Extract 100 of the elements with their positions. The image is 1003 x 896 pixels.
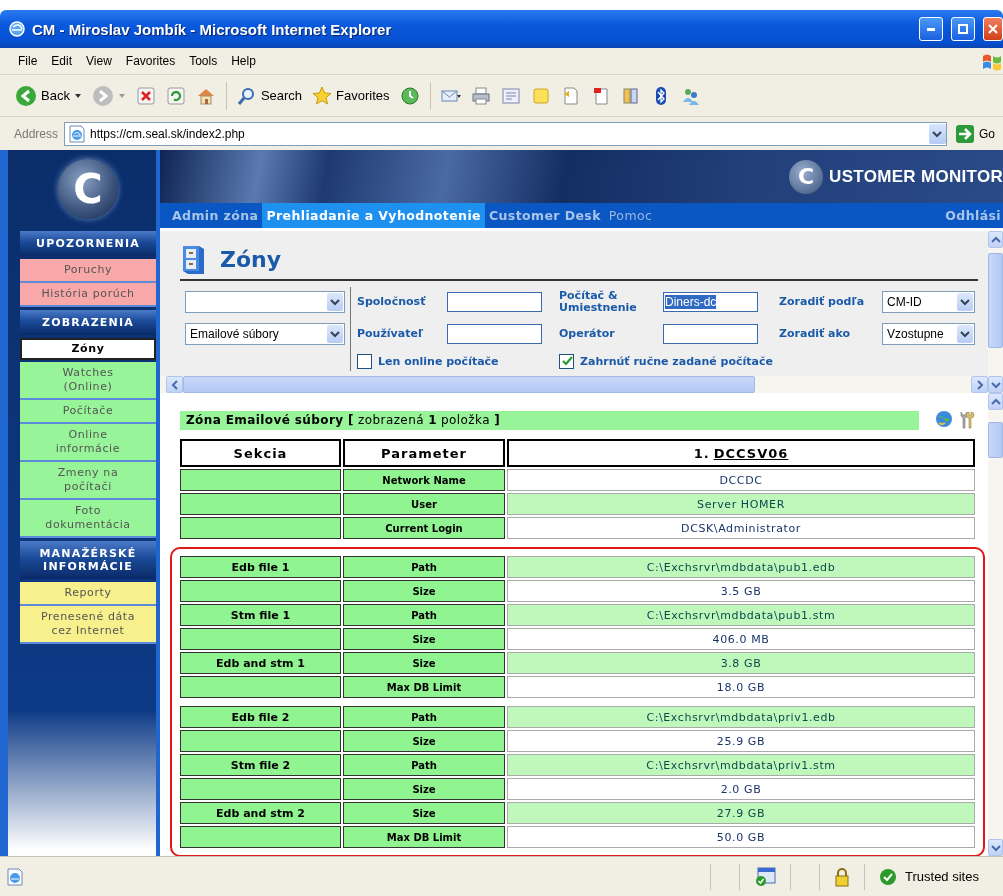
input-field[interactable] [663, 324, 758, 344]
table-cell: 2.0 GB [507, 778, 975, 800]
results-heading: Zóna Emailové súbory [ zobrazená 1 položka ] [186, 413, 501, 427]
checkbox-label[interactable]: Zahrnúť ručne zadané počítače [580, 354, 773, 368]
dropdown-value: Emailové súbory [190, 327, 279, 341]
scrollbar-thumb[interactable] [988, 253, 1003, 348]
book-icon [620, 85, 641, 106]
scroll-right-button[interactable] [971, 376, 988, 393]
sidebar-item[interactable]: Počítače [20, 400, 156, 424]
check-icon [879, 867, 897, 886]
input-field[interactable]: Diners-dc [663, 292, 758, 312]
dropdown-value: Vzostupne [887, 327, 944, 341]
table-cell: Network Name [343, 469, 505, 491]
table-cell: C:\Exchsrvr\mdbdata\pub1.edb [507, 556, 975, 578]
table-cell: Server HOMER [507, 493, 975, 515]
column-header: Parameter [343, 439, 505, 467]
table-cell: Path [343, 556, 505, 578]
tools-icon [957, 410, 975, 430]
nav-tab[interactable]: Customer Desk [484, 203, 605, 228]
note-icon [530, 85, 551, 106]
checkbox[interactable] [559, 353, 574, 369]
lock-icon [834, 866, 850, 887]
sidebar-item[interactable]: Zmeny na počítači [20, 462, 156, 500]
field-label: Používateľ [357, 328, 425, 340]
menu-item[interactable]: Help [227, 54, 266, 68]
computer-link[interactable]: DCCSV06 [713, 445, 789, 461]
back-button[interactable]: Back [12, 82, 85, 109]
favorites-button[interactable]: Favorites [309, 83, 393, 108]
checkbox[interactable] [357, 353, 372, 369]
scrollbar-thumb[interactable] [183, 376, 755, 393]
table-cell: C:\Exchsrvr\mdbdata\pub1.stm [507, 604, 975, 626]
table-cell: Size [343, 628, 505, 650]
dropdown[interactable]: Emailové súbory [185, 323, 345, 345]
table-cell: Current Login [343, 517, 505, 539]
sidebar-item[interactable]: Poruchy [20, 259, 156, 283]
chevron-down-icon [960, 330, 970, 338]
window-title: CM - Miroslav Jombík - Microsoft Internet Explorer [32, 20, 392, 38]
chevron-down-icon [932, 128, 943, 139]
sidebar-item[interactable]: Watches (Online) [20, 362, 156, 400]
dropdown-value: CM-ID [887, 295, 922, 309]
input-field[interactable] [447, 292, 542, 312]
caret-icon [73, 91, 82, 100]
table-cell: Size [343, 778, 505, 800]
table-cell: 25.9 GB [507, 730, 975, 752]
sidebar-item[interactable]: Online informácie [20, 424, 156, 462]
address-label: Address [14, 126, 59, 141]
field-label: Spoločnosť [357, 296, 427, 308]
go-button[interactable]: Go [953, 123, 997, 144]
table-cell: DCSK\Administrator [507, 517, 975, 539]
sidebar-item[interactable]: Prenesené dáta cez Internet [20, 606, 156, 644]
sidebar-item[interactable]: História porúch [20, 283, 156, 307]
table-cell: Path [343, 706, 505, 728]
input-field[interactable] [447, 324, 542, 344]
checkbox-label[interactable]: Len online počítače [378, 354, 499, 368]
menu-item[interactable]: Edit [47, 54, 83, 68]
browser-icon [8, 20, 26, 38]
globe-icon [935, 410, 953, 428]
scroll-up-button[interactable] [988, 231, 1003, 248]
maximize-button[interactable] [951, 17, 975, 41]
refresh-icon [165, 85, 186, 106]
url-text: https://cm.seal.sk/index2.php [90, 126, 245, 141]
table-cell: 3.5 GB [507, 580, 975, 602]
table-cell: C:\Exchsrvr\mdbdata\priv1.stm [507, 754, 975, 776]
dropdown[interactable]: Vzostupne [882, 323, 975, 345]
table-cell: Size [343, 652, 505, 674]
window-check-icon [754, 866, 776, 887]
scroll-down-button[interactable] [988, 376, 1003, 393]
table-cell: Stm file 2 [180, 754, 341, 776]
menu-item[interactable]: File [14, 54, 48, 68]
chevron-right-icon [975, 379, 984, 390]
web-page-icon [6, 867, 24, 886]
chevron-down-icon [330, 330, 340, 338]
scroll-left-button[interactable] [166, 376, 183, 393]
nav-tab[interactable]: Admin zóna [168, 203, 263, 228]
minimize-button[interactable] [919, 17, 943, 41]
menu-item[interactable]: View [82, 54, 122, 68]
menu-item[interactable]: Favorites [121, 54, 186, 68]
sidebar-item[interactable]: Zóny [20, 338, 156, 360]
close-icon [987, 23, 999, 35]
scroll-up-button[interactable] [988, 393, 1003, 410]
dropdown-button[interactable] [929, 123, 946, 144]
dropdown[interactable]: CM-ID [882, 291, 975, 313]
caret-icon [117, 91, 126, 100]
table-cell: Max DB Limit [343, 826, 505, 848]
search-button[interactable]: Search [233, 83, 306, 108]
scroll-down-button[interactable] [988, 839, 1003, 856]
menu-item[interactable]: Tools [185, 54, 228, 68]
dropdown[interactable] [185, 291, 345, 313]
sidebar-item[interactable]: Reporty [20, 582, 156, 606]
sidebar-item[interactable]: Foto dokumentácia [20, 500, 156, 538]
minimize-icon [927, 27, 935, 31]
row-number: 1. [693, 445, 710, 461]
field-label: Zoradiť ako [779, 328, 852, 340]
check-icon [560, 355, 573, 367]
scrollbar-thumb[interactable] [988, 422, 1003, 458]
logout-link[interactable]: Odhlási [941, 203, 1003, 228]
chevron-up-icon [990, 397, 1001, 406]
address-field[interactable]: https://cm.seal.sk/index2.php [64, 121, 947, 146]
close-button[interactable] [983, 17, 1003, 41]
sidebar-heading: UPOZORNENIA [20, 231, 156, 256]
